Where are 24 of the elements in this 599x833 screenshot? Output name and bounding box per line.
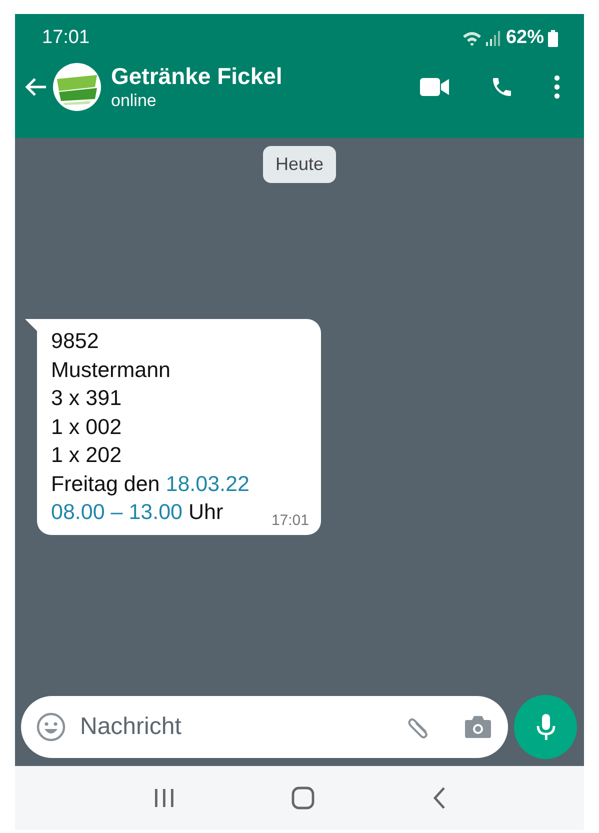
battery-icon <box>548 30 558 46</box>
home-icon[interactable] <box>291 786 316 810</box>
message-time: 17:01 <box>271 512 309 528</box>
message-field[interactable]: Nachricht <box>21 696 508 758</box>
contact-name[interactable]: Getränke Fickel <box>111 62 420 90</box>
contact-status: online <box>111 90 158 112</box>
emoji-icon[interactable] <box>36 712 66 742</box>
back-nav-icon[interactable] <box>432 786 446 810</box>
more-options-icon[interactable] <box>554 75 560 99</box>
phone-icon[interactable] <box>490 75 514 99</box>
battery-level: 62% <box>506 27 544 49</box>
date-chip: Heute <box>263 146 336 183</box>
message-text: 9852 Mustermann 3 x 391 1 x 002 1 x 202 Freitag den 18.03.22 08.00 – 13.00 Uhr <box>51 328 250 526</box>
video-call-icon[interactable] <box>420 77 450 97</box>
date-link[interactable]: 18.03.22 <box>166 472 250 496</box>
message-input[interactable]: Nachricht <box>78 712 392 742</box>
recent-apps-icon[interactable] <box>153 787 176 809</box>
wifi-icon <box>462 30 482 46</box>
status-time: 17:01 <box>42 27 90 49</box>
signal-icon <box>486 30 500 46</box>
camera-icon[interactable] <box>464 715 492 739</box>
date-link[interactable]: 08.00 – 13.00 <box>51 500 183 524</box>
back-icon[interactable] <box>25 77 47 97</box>
microphone-icon <box>536 713 556 741</box>
